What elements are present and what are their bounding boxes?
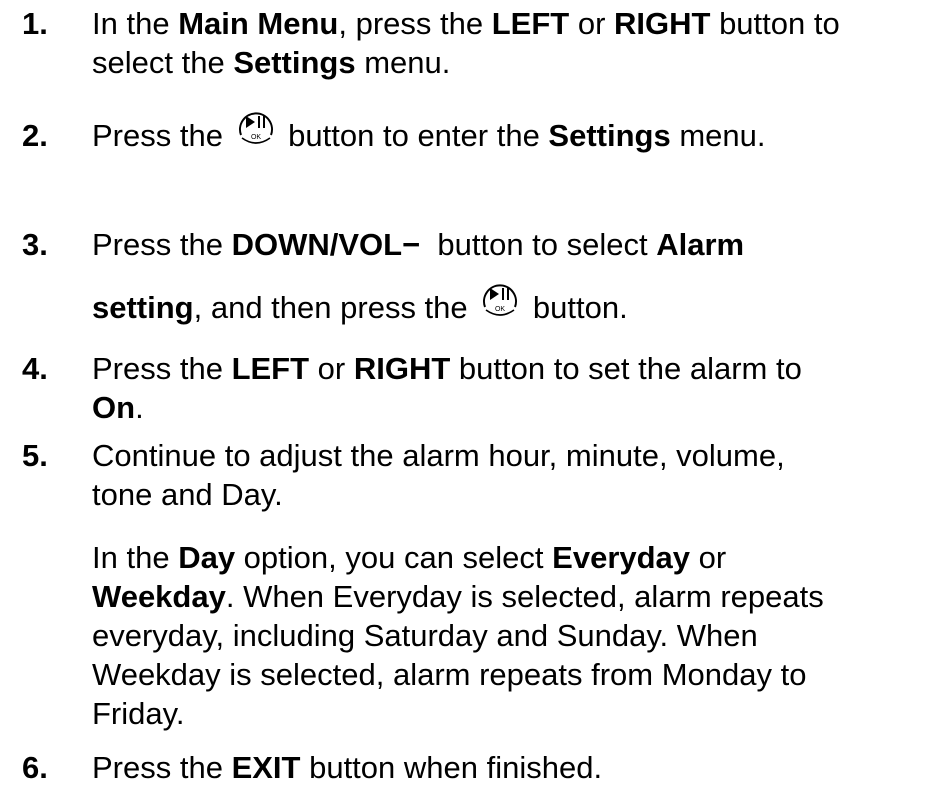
step-number: 1.	[22, 6, 48, 41]
text-run: .	[135, 390, 144, 425]
step-line: Friday.	[92, 696, 185, 731]
text-run: Press the	[92, 750, 232, 785]
text-run: In the	[92, 6, 179, 41]
text-run: button to	[710, 6, 840, 41]
bold-term: Main Menu	[178, 6, 339, 41]
text-run: In the	[92, 540, 179, 575]
step-line: On.	[92, 388, 951, 427]
step-line: Press the OK button to enter the Setting…	[92, 112, 951, 155]
bold-term: RIGHT	[614, 6, 711, 41]
step-number: 2.	[22, 118, 48, 153]
step-line: Press the LEFT or RIGHT button to set th…	[92, 349, 951, 388]
bold-term: On	[92, 390, 136, 425]
text-run: menu.	[670, 118, 766, 154]
step-line: select the Settings menu.	[92, 43, 951, 82]
step-line: Weekday. When Everyday is selected, alar…	[92, 577, 951, 616]
step-number: 5.	[22, 438, 48, 473]
text-run: button to select	[420, 227, 657, 262]
text-run: button to enter the	[279, 118, 549, 154]
svg-text:OK: OK	[251, 134, 261, 141]
bold-term: EXIT	[231, 750, 301, 785]
text-run: button when finished.	[300, 750, 603, 785]
step-text: Press the OK button to enter the Setting…	[92, 112, 951, 155]
text-run: or	[569, 6, 615, 41]
step-text: setting, and then press the OK button.	[92, 284, 951, 327]
text-run: or	[690, 540, 727, 575]
step-line: In the Main Menu, press the LEFT or RIGH…	[92, 4, 951, 43]
text-run: Press the	[92, 227, 232, 262]
play-pause-ok-icon: OK	[480, 278, 520, 322]
step-line: everyday, including Saturday and Sunday.…	[92, 618, 758, 653]
step-text: Continue to adjust the alarm hour, minut…	[92, 436, 951, 514]
step-line: Continue to adjust the alarm hour, minut…	[92, 438, 785, 473]
step-line: Press the EXIT button when finished.	[92, 748, 951, 787]
bold-term: Settings	[548, 118, 671, 154]
text-run: , and then press the	[193, 290, 477, 326]
bold-term: Alarm	[656, 227, 745, 262]
step-line: tone and Day.	[92, 477, 283, 512]
svg-text:OK: OK	[495, 306, 505, 313]
bold-term: RIGHT	[353, 351, 451, 386]
text-run: button to set the alarm to	[450, 351, 802, 386]
text-run: . When Everyday is selected, alarm repea…	[225, 579, 824, 614]
step-number: 4.	[22, 351, 48, 386]
step-number: 6.	[22, 750, 48, 785]
text-run: option, you can select	[235, 540, 553, 575]
step-number: 3.	[22, 227, 48, 262]
step-line: In the Day option, you can select Everyd…	[92, 538, 951, 577]
text-run: Press the	[92, 351, 232, 386]
bold-term: LEFT	[491, 6, 570, 41]
bold-term: Weekday	[92, 579, 226, 614]
step-text: Press the DOWN/VOL− button to select Ala…	[92, 225, 951, 264]
bold-term: Day	[178, 540, 236, 575]
step-text: Press the EXIT button when finished.	[92, 748, 951, 787]
bold-term: Everyday	[552, 540, 691, 575]
bold-term: LEFT	[231, 351, 310, 386]
play-pause-ok-icon: OK	[236, 106, 276, 150]
text-run: select the	[92, 45, 234, 80]
step-line: setting, and then press the OK button.	[92, 284, 951, 327]
step-line: Press the DOWN/VOL− button to select Ala…	[92, 225, 951, 264]
bold-term: setting	[92, 290, 194, 326]
step-text: In the Main Menu, press the LEFT or RIGH…	[92, 4, 951, 82]
text-run: , press the	[338, 6, 492, 41]
text-run: menu.	[355, 45, 451, 80]
text-run: Press the	[92, 118, 232, 154]
text-run: or	[309, 351, 354, 386]
step-detail-text: In the Day option, you can select Everyd…	[92, 538, 951, 733]
step-text: Press the LEFT or RIGHT button to set th…	[92, 349, 951, 427]
step-line: Weekday is selected, alarm repeats from …	[92, 657, 807, 692]
bold-term: DOWN/VOL−	[231, 227, 421, 262]
text-run: button.	[524, 290, 628, 326]
bold-term: Settings	[233, 45, 356, 80]
